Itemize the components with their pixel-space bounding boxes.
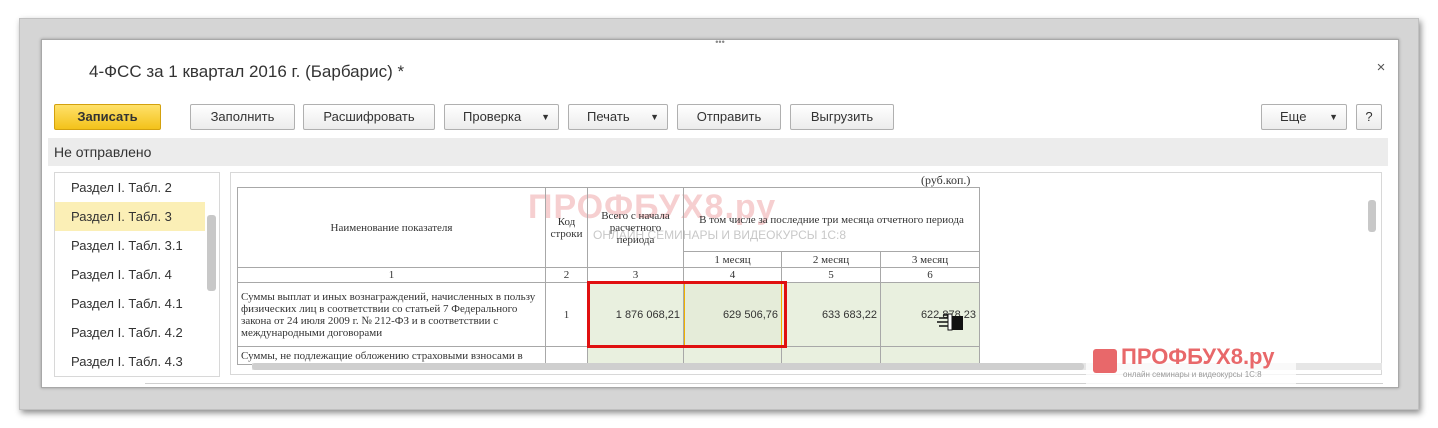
header-last-three-months: В том числе за последние три месяца отче…: [683, 187, 980, 252]
section-item[interactable]: Раздел I. Табл. 4.2: [55, 318, 205, 347]
page-title: 4-ФСС за 1 квартал 2016 г. (Барбарис) *: [89, 62, 405, 81]
watermark-brand-small: ПРОФБУХ8.ру: [1121, 344, 1275, 369]
horizontal-scrollbar-thumb[interactable]: [252, 363, 1084, 370]
section-item[interactable]: Раздел I. Табл. 4.1: [55, 289, 205, 318]
more-dropdown-button[interactable]: Еще ▼: [1261, 104, 1347, 130]
section-item-active[interactable]: Раздел I. Табл. 3: [55, 202, 205, 231]
chevron-down-icon: ▼: [1329, 112, 1338, 122]
export-button[interactable]: Выгрузить: [790, 104, 894, 130]
section-item[interactable]: Раздел I. Табл. 3.1: [55, 231, 205, 260]
save-button[interactable]: Записать: [54, 104, 161, 130]
decode-button[interactable]: Расшифровать: [303, 104, 435, 130]
header-month-1: 1 месяц: [683, 251, 782, 268]
chevron-down-icon: ▼: [650, 112, 659, 122]
col-number: 6: [880, 267, 980, 283]
header-month-2: 2 месяц: [781, 251, 881, 268]
section-item[interactable]: Раздел I. Табл. 2: [55, 173, 205, 202]
check-button-label: Проверка: [463, 109, 522, 124]
send-button[interactable]: Отправить: [677, 104, 781, 130]
cell-month-3[interactable]: [880, 346, 980, 365]
section-item[interactable]: Раздел I. Табл. 4: [55, 260, 205, 289]
cell-month-2[interactable]: 633 683,22: [781, 282, 881, 347]
header-total: Всего с начала расчетного периода: [587, 187, 684, 268]
row-name: Суммы, не подлежащие обложению страховым…: [237, 346, 546, 365]
help-button[interactable]: ?: [1356, 104, 1382, 130]
print-dropdown-button[interactable]: Печать ▼: [568, 104, 668, 130]
highlight-frame: [587, 281, 787, 348]
section-list: Раздел I. Табл. 2 Раздел I. Табл. 3 Разд…: [54, 172, 220, 377]
section-item[interactable]: Раздел I. Табл. 4.3: [55, 347, 205, 376]
col-number: 2: [545, 267, 588, 283]
header-name: Наименование показателя: [237, 187, 546, 268]
row-name: Суммы выплат и иных вознаграждений, начи…: [237, 282, 546, 347]
cell-month-2[interactable]: [781, 346, 881, 365]
col-number: 1: [237, 267, 546, 283]
vertical-scrollbar[interactable]: [1368, 200, 1376, 232]
hand-cursor-icon: [937, 313, 963, 331]
header-month-3: 3 месяц: [880, 251, 980, 268]
brand-logo-icon: [1093, 349, 1117, 373]
chevron-down-icon: ▼: [541, 112, 550, 122]
more-button-label: Еще: [1280, 109, 1307, 124]
row-code: 1: [545, 282, 588, 347]
col-number: 5: [781, 267, 881, 283]
status-text: Не отправлено: [54, 144, 152, 160]
check-dropdown-button[interactable]: Проверка ▼: [444, 104, 559, 130]
cell-month-1[interactable]: [683, 346, 782, 365]
status-bar: Не отправлено: [48, 138, 1388, 166]
cell-total[interactable]: [587, 346, 684, 365]
fill-button[interactable]: Заполнить: [190, 104, 295, 130]
units-label: (руб.коп.): [921, 173, 971, 187]
window-drag-grip[interactable]: •••: [710, 38, 730, 47]
table-row: Суммы, не подлежащие обложению страховым…: [237, 346, 980, 365]
watermark-tagline-small: онлайн семинары и видеокурсы 1С:8: [1123, 370, 1262, 379]
row-code: [545, 346, 588, 365]
close-icon[interactable]: ×: [1372, 59, 1390, 77]
sidebar-scrollbar[interactable]: [207, 215, 216, 291]
print-button-label: Печать: [587, 109, 630, 124]
header-code: Код строки: [545, 187, 588, 268]
